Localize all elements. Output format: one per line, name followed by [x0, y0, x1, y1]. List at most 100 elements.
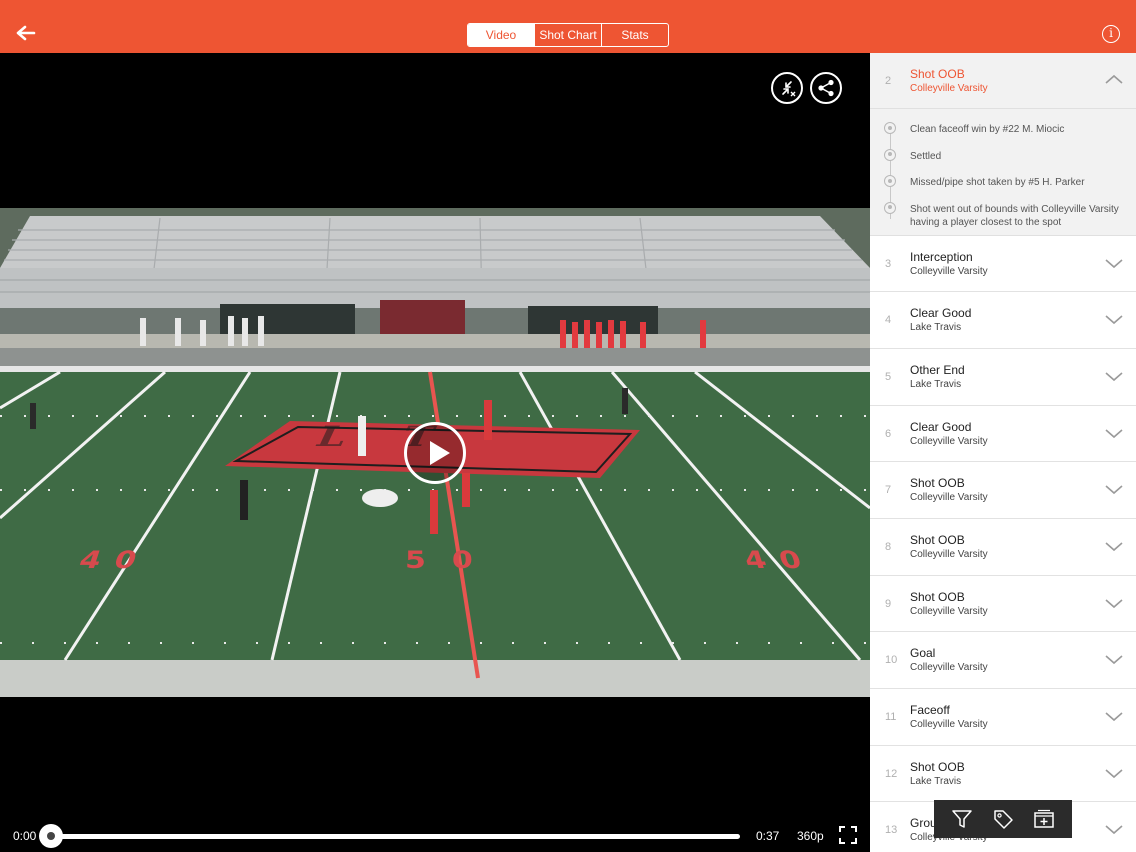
top-bar: Video Shot Chart Stats i — [0, 0, 1136, 53]
chevron-down-icon[interactable] — [1105, 650, 1123, 668]
play-number: 8 — [885, 540, 892, 553]
play-team: Colleyville Varsity — [910, 492, 988, 504]
play-icon[interactable] — [404, 422, 466, 484]
chevron-down-icon[interactable] — [1105, 254, 1123, 272]
chevron-down-icon[interactable] — [1105, 707, 1123, 725]
video-player[interactable]: 40 50 40 LT 0:00 0:37 360p — [0, 53, 870, 852]
seek-thumb[interactable] — [39, 824, 63, 848]
play-number: 9 — [885, 597, 892, 610]
play-title: Shot OOB — [910, 759, 965, 774]
arrow-left-icon[interactable] — [14, 19, 38, 49]
play-team: Colleyville Varsity — [910, 83, 988, 94]
play-team: Lake Travis — [910, 378, 962, 390]
chevron-up-icon[interactable] — [1105, 71, 1123, 89]
play-events: Clean faceoff win by #22 M. Miocic Settl… — [870, 109, 1136, 236]
share-icon[interactable] — [810, 72, 842, 104]
play-number: 12 — [885, 767, 898, 780]
chevron-down-icon[interactable] — [1105, 764, 1123, 782]
add-clip-icon[interactable] — [1033, 808, 1055, 830]
play-title: Shot OOB — [910, 589, 965, 604]
seek-bar[interactable] — [50, 834, 740, 839]
play-title: Goal — [910, 646, 936, 661]
duration: 0:37 — [756, 829, 780, 843]
list-item[interactable]: 10 Goal Colleyville Varsity — [870, 632, 1136, 689]
play-number: 11 — [885, 711, 897, 723]
list-item[interactable]: 6 Clear Good Colleyville Varsity — [870, 405, 1136, 463]
chevron-down-icon[interactable] — [1105, 310, 1123, 328]
play-team: Colleyville Varsity — [910, 265, 988, 277]
play-number: 10 — [885, 654, 898, 667]
chevron-down-icon[interactable] — [1105, 424, 1123, 442]
collapse-arrows-icon[interactable] — [771, 72, 803, 104]
chevron-down-icon[interactable] — [1105, 537, 1123, 555]
play-number: 2 — [885, 75, 892, 87]
tag-icon[interactable] — [992, 808, 1014, 830]
fullscreen-icon[interactable] — [839, 826, 857, 844]
play-title: Shot OOB — [910, 532, 965, 547]
play-title: Shot OOB — [910, 476, 965, 491]
chevron-down-icon[interactable] — [1105, 594, 1123, 612]
play-event: Settled — [870, 146, 1136, 173]
list-item[interactable]: 9 Shot OOB Colleyville Varsity — [870, 575, 1136, 633]
play-event: Shot went out of bounds with Colleyville… — [870, 199, 1136, 229]
list-item[interactable]: 8 Shot OOB Colleyville Varsity — [870, 518, 1136, 576]
app: Video Shot Chart Stats i 40 50 40 LT 0:0… — [0, 0, 1136, 852]
play-list: 2 Shot OOB Colleyville Varsity Clean fac… — [870, 53, 1136, 852]
play-event: Clean faceoff win by #22 M. Miocic — [870, 119, 1136, 146]
yard-number-left: 40 — [75, 546, 155, 575]
view-segmented-control: Video Shot Chart Stats — [467, 23, 669, 47]
filter-icon[interactable] — [951, 808, 973, 830]
play-title: Interception — [910, 249, 973, 264]
play-team: Lake Travis — [910, 775, 962, 787]
timeline-dot-icon — [884, 201, 896, 214]
play-team: Lake Travis — [910, 322, 962, 334]
playback-controls: 0:00 0:37 360p — [0, 818, 870, 852]
yard-number-right: 40 — [740, 546, 820, 575]
play-team: Colleyville Varsity — [910, 605, 988, 617]
list-item[interactable]: 12 Shot OOB Lake Travis — [870, 745, 1136, 803]
play-team: Colleyville Varsity — [910, 719, 988, 730]
yard-number-center: 50 — [405, 546, 499, 575]
play-number: 3 — [885, 257, 892, 270]
list-item[interactable]: 7 Shot OOB Colleyville Varsity — [870, 462, 1136, 519]
play-title: Other End — [910, 362, 965, 377]
play-number: 6 — [885, 427, 892, 440]
play-rows: 3 Interception Colleyville Varsity 4 Clear G… — [870, 235, 1136, 852]
play-event: Missed/pipe shot taken by #5 H. Parker — [870, 172, 1136, 199]
play-title: Clear Good — [910, 306, 972, 321]
list-item-expanded[interactable]: 2 Shot OOB Colleyville Varsity — [870, 53, 1136, 109]
list-item[interactable]: 5 Other End Lake Travis — [870, 348, 1136, 406]
play-number: 4 — [885, 314, 892, 327]
play-number: 7 — [885, 484, 892, 497]
chevron-down-icon[interactable] — [1105, 367, 1123, 385]
play-title: Grou — [910, 816, 937, 831]
play-number: 5 — [885, 370, 892, 383]
chevron-down-icon[interactable] — [1105, 480, 1123, 498]
tab-video[interactable]: Video — [468, 24, 535, 46]
chevron-down-icon[interactable] — [1105, 820, 1123, 838]
list-item[interactable]: 11 Faceoff Colleyville Varsity — [870, 689, 1136, 746]
quality-selector[interactable]: 360p — [797, 829, 824, 843]
tab-stats[interactable]: Stats — [602, 24, 668, 46]
timeline-dot-icon — [884, 175, 896, 187]
play-team: Colleyville Varsity — [910, 548, 988, 560]
play-number: 13 — [885, 824, 898, 837]
event-text: Settled — [910, 150, 942, 162]
list-item[interactable]: 3 Interception Colleyville Varsity — [870, 235, 1136, 293]
event-text: Missed/pipe shot taken by #5 H. Parker — [910, 177, 1085, 188]
expanded-play: 2 Shot OOB Colleyville Varsity Clean fac… — [870, 53, 1136, 236]
play-title: Faceoff — [910, 703, 950, 717]
tab-shot-chart[interactable]: Shot Chart — [535, 24, 602, 46]
timeline-dot-icon — [884, 122, 896, 134]
play-team: Colleyville Varsity — [910, 435, 988, 447]
event-text: Shot went out of bounds with Colleyville… — [910, 203, 1119, 228]
info-icon[interactable]: i — [1102, 25, 1120, 43]
list-item[interactable]: 4 Clear Good Lake Travis — [870, 292, 1136, 349]
event-text: Clean faceoff win by #22 M. Miocic — [910, 124, 1065, 135]
current-time: 0:00 — [13, 829, 37, 843]
timeline-dot-icon — [884, 148, 896, 161]
bottom-toolbar — [934, 800, 1072, 838]
play-title: Shot OOB — [910, 67, 965, 81]
play-title: Clear Good — [910, 419, 972, 434]
play-team: Colleyville Varsity — [910, 662, 988, 674]
